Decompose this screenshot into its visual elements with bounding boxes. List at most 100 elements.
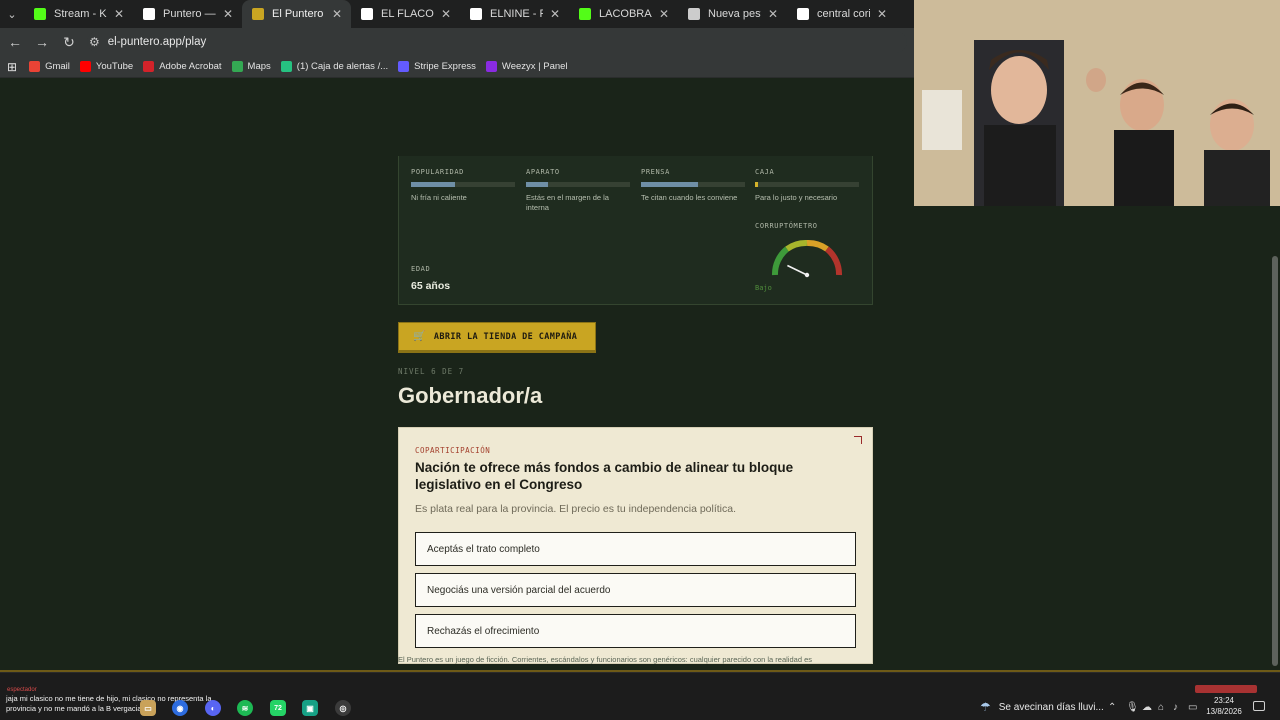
bookmark-item[interactable]: Maps — [231, 61, 271, 72]
weezyx-icon — [485, 61, 497, 72]
edad-label: EDAD — [411, 265, 431, 273]
gauge-pivot — [804, 272, 810, 278]
whatsapp-badge: 72 — [274, 704, 282, 712]
close-tab-icon[interactable]: ✕ — [222, 7, 234, 21]
microphone-icon[interactable]: 🎙 — [1126, 702, 1139, 713]
event-title: Nación te ofrece más fondos a cambio de … — [415, 460, 794, 492]
notifications-icon[interactable] — [1253, 701, 1265, 711]
kick-icon — [579, 8, 591, 20]
corruptometro-label: CORRUPTÓMETRO — [755, 222, 818, 230]
bookmark-label: YouTube — [95, 61, 134, 72]
stream-red-button[interactable] — [1195, 685, 1257, 693]
nine-icon — [470, 8, 482, 20]
chrome-taskbar-icon[interactable]: ◉ — [172, 700, 188, 716]
close-tab-icon[interactable]: ✕ — [440, 7, 452, 21]
acrobat-icon — [143, 61, 155, 72]
obs-icon[interactable]: ◎ — [335, 700, 351, 716]
bookmark-label: Maps — [247, 61, 271, 72]
forward-icon[interactable]: → — [30, 30, 54, 54]
bookmark-item[interactable]: Adobe Acrobat — [143, 61, 222, 72]
stat-desc: Ni fría ni caliente — [411, 193, 467, 202]
bookmark-item[interactable]: (1) Caja de alertas /... — [280, 61, 388, 72]
whatsapp-icon[interactable]: 72 — [270, 700, 286, 716]
tab-title: Stream - Kick Da — [54, 8, 107, 20]
level-indicator: NIVEL 6 DE 7 — [398, 367, 465, 376]
stats-panel: POPULARIDAD Ni fría ni caliente APARATO … — [398, 156, 873, 305]
kick-icon — [34, 8, 46, 20]
edad-value: 65 años — [411, 280, 451, 292]
chevron-up-icon[interactable]: ⌃ — [1108, 702, 1116, 713]
gauge-needle — [787, 264, 808, 276]
bookmark-item[interactable]: Weezyx | Panel — [485, 61, 568, 72]
display-icon[interactable]: ▭ — [1188, 702, 1197, 713]
umbrella-icon: ☂ — [980, 700, 991, 714]
browser-tab[interactable]: ELNINE - Futbol ✕ — [460, 0, 569, 28]
reload-icon[interactable]: ↻ — [57, 30, 81, 54]
browser-tab[interactable]: Stream - Kick Da ✕ — [24, 0, 133, 28]
network-icon[interactable]: ⌂ — [1158, 702, 1164, 713]
app-icon[interactable]: ▣ — [302, 700, 318, 716]
tab-strip: Stream - Kick Da✕Puntero — La cal✕El Pun… — [24, 0, 896, 28]
webcam-image — [914, 0, 1280, 206]
file-explorer-icon[interactable]: ▭ — [140, 700, 156, 716]
close-tab-icon[interactable]: ✕ — [549, 7, 561, 21]
stat-label: PRENSA — [641, 168, 670, 176]
open-shop-label: ABRIR LA TIENDA DE CAMPAÑA — [433, 331, 578, 342]
tab-title: ELNINE - Futbol — [490, 8, 543, 20]
gauge-segment-high — [824, 246, 842, 276]
close-tab-icon[interactable]: ✕ — [331, 7, 343, 21]
browser-tab[interactable]: Puntero — La cal ✕ — [133, 0, 242, 28]
alerts-icon — [280, 61, 292, 72]
bookmark-item[interactable]: YouTube — [79, 61, 134, 72]
close-tab-icon[interactable]: ✕ — [767, 7, 779, 21]
open-shop-button[interactable]: 🛒 ABRIR LA TIENDA DE CAMPAÑA — [398, 322, 596, 353]
corruptometro-value: Bajo — [755, 284, 772, 292]
stat-bar-fill — [641, 182, 699, 187]
stat-popularidad: POPULARIDAD Ni fría ni caliente — [411, 168, 515, 203]
tab-title: LACOBRAAA Stre — [599, 8, 652, 20]
youtube-icon — [79, 61, 91, 72]
spotify-icon[interactable]: ≋ — [237, 700, 253, 716]
stat-aparato: APARATO Estás en el margen de la interna — [526, 168, 630, 213]
option-accept-button[interactable]: Aceptás el trato completo — [415, 532, 856, 566]
volume-icon[interactable]: ♪ — [1173, 702, 1178, 713]
close-tab-icon[interactable]: ✕ — [658, 7, 670, 21]
clock-date: 13/8/2026 — [1206, 706, 1242, 716]
url-field[interactable]: ⚙ el-puntero.app/play — [87, 31, 907, 53]
option-negotiate-button[interactable]: Negociás una versión parcial del acuerdo — [415, 573, 856, 607]
stat-prensa: PRENSA Te citan cuando les conviene — [641, 168, 745, 203]
close-tab-icon[interactable]: ✕ — [876, 7, 888, 21]
stat-label: APARATO — [526, 168, 560, 176]
system-clock[interactable]: 23:24 13/8/2026 — [1203, 696, 1245, 718]
close-tab-icon[interactable]: ✕ — [113, 7, 125, 21]
clock-time: 23:24 — [1213, 696, 1235, 705]
browser-tab[interactable]: central corinthian ✕ — [787, 0, 896, 28]
tab-title: El Puntero — En — [272, 8, 325, 20]
apps-icon[interactable]: ⊞ — [7, 60, 17, 74]
stat-bar — [755, 182, 859, 187]
option-reject-button[interactable]: Rechazás el ofrecimiento — [415, 614, 856, 648]
stat-bar — [411, 182, 515, 187]
maps-icon — [231, 61, 243, 72]
browser-tab[interactable]: EL FLACO en X: ' ✕ — [351, 0, 460, 28]
bookmark-label: Adobe Acrobat — [159, 61, 222, 72]
weather-text: Se avecinan días lluvi... — [998, 701, 1104, 713]
back-icon[interactable]: ← — [3, 30, 27, 54]
onedrive-icon[interactable]: ☁ — [1142, 702, 1152, 713]
stat-desc: Estás en el margen de la interna — [526, 193, 609, 212]
bookmark-list: Gmail YouTube Adobe Acrobat Maps (1) Caja de… — [29, 61, 578, 72]
browser-tab[interactable]: Nueva pestaña ✕ — [678, 0, 787, 28]
browser-tab[interactable]: LACOBRAAA Stre ✕ — [569, 0, 678, 28]
weather-widget[interactable]: ☂ Se avecinan días lluvi... — [980, 700, 1104, 714]
tab-search-icon[interactable]: ⌄ — [0, 0, 24, 28]
page-scrollbar[interactable] — [1272, 256, 1278, 666]
browser-tab[interactable]: El Puntero — En ✕ — [242, 0, 351, 28]
discord-icon[interactable]: ◐ — [205, 700, 221, 716]
screen: ⌄ Stream - Kick Da✕Puntero — La cal✕El P… — [0, 0, 1280, 720]
stat-bar-fill — [526, 182, 548, 187]
bookmark-item[interactable]: Stripe Express — [398, 61, 476, 72]
stat-label: CAJA — [755, 168, 775, 176]
site-settings-icon[interactable]: ⚙ — [89, 35, 100, 49]
stat-desc: Te citan cuando les conviene — [641, 193, 738, 202]
bookmark-item[interactable]: Gmail — [29, 61, 70, 72]
